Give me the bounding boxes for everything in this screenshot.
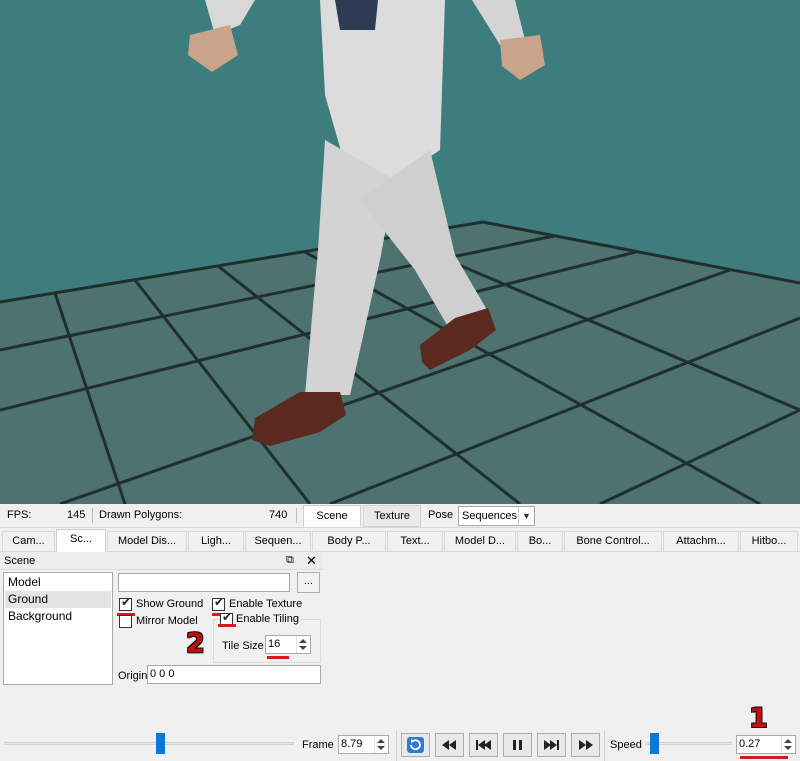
skip-forward-icon [544, 740, 559, 750]
up-arrow-icon [784, 739, 792, 743]
viewport-scene [0, 0, 800, 504]
annotation-marker-2: 2 [186, 628, 205, 659]
pose-dropdown[interactable]: Sequences ▼ [458, 506, 535, 526]
down-arrow-icon [299, 646, 307, 650]
skip-back-icon [476, 740, 491, 750]
spinner-arrows[interactable] [781, 736, 795, 753]
tile-size-spinner[interactable]: 16 [265, 635, 311, 654]
panel-title: Scene [4, 555, 36, 567]
refresh-icon [407, 737, 424, 753]
up-arrow-icon [299, 639, 307, 643]
pause-button[interactable] [503, 733, 532, 757]
list-item-ground[interactable]: Ground [5, 591, 111, 608]
speed-spinner[interactable]: 0.27 [736, 735, 796, 754]
tab-sequences[interactable]: Sequen... [245, 531, 311, 551]
status-bar: FPS: 145 Drawn Polygons: 740 Scene Textu… [0, 504, 800, 528]
ground-plane [0, 222, 800, 504]
polygons-value: 740 [269, 509, 288, 521]
frame-slider-track[interactable] [4, 742, 294, 745]
status-separator [296, 508, 297, 523]
3d-viewport[interactable] [0, 0, 800, 504]
tab-bones[interactable]: Bo... [517, 531, 563, 551]
annotation-underline [267, 656, 289, 659]
down-arrow-icon [377, 746, 385, 750]
frame-slider-thumb[interactable] [156, 733, 165, 754]
annotation-underline [740, 756, 788, 759]
spinner-arrows[interactable] [374, 736, 388, 753]
rewind-icon [442, 740, 456, 750]
down-arrow-icon [784, 746, 792, 750]
fast-forward-icon [579, 740, 593, 750]
texture-view-button[interactable]: Texture [363, 505, 421, 527]
mirror-model-checkbox[interactable] [119, 615, 132, 628]
tile-size-label: Tile Size [222, 640, 264, 652]
frame-value: 8.79 [341, 738, 363, 750]
checkmark-icon: ✔ [214, 595, 225, 609]
pose-dropdown-value: Sequences [462, 510, 518, 522]
mirror-model-label: Mirror Model [136, 615, 198, 627]
toolbar-separator [604, 730, 605, 761]
speed-value: 0.27 [739, 738, 761, 750]
browse-button[interactable]: ... [297, 572, 320, 593]
loop-button[interactable] [401, 733, 430, 757]
show-ground-label: Show Ground [136, 598, 204, 610]
tab-scene[interactable]: Sc... [56, 529, 106, 552]
annotation-marker-1: 1 [749, 703, 768, 734]
up-arrow-icon [377, 739, 385, 743]
checkmark-icon: ✔ [121, 595, 132, 609]
annotation-underline [218, 624, 236, 627]
restore-icon[interactable]: ⧉ [286, 554, 294, 567]
enable-texture-label: Enable Texture [229, 598, 303, 610]
list-item-model[interactable]: Model [5, 574, 111, 591]
last-frame-button[interactable] [537, 733, 566, 757]
fps-label: FPS: [7, 509, 32, 521]
chevron-down-icon: ▼ [518, 507, 534, 525]
frame-spinner[interactable]: 8.79 [338, 735, 389, 754]
texture-path-input[interactable] [118, 573, 290, 592]
fps-value: 145 [67, 509, 86, 521]
frame-label: Frame [302, 739, 334, 751]
first-frame-button[interactable] [469, 733, 498, 757]
tab-hitboxes[interactable]: Hitbo... [740, 531, 798, 551]
tile-size-value: 16 [268, 638, 281, 650]
toolbar-separator [396, 730, 397, 761]
show-ground-checkbox[interactable]: ✔ [119, 595, 132, 611]
tab-bone-controllers[interactable]: Bone Control... [564, 531, 662, 551]
playback-bar: Frame 8.79 Speed 0.27 [0, 730, 800, 761]
tab-camera[interactable]: Cam... [2, 531, 55, 551]
tab-body-parts[interactable]: Body P... [312, 531, 386, 551]
scene-view-button[interactable]: Scene [303, 505, 361, 527]
origin-input[interactable]: 0 0 0 [147, 665, 321, 684]
speed-slider-thumb[interactable] [650, 733, 659, 754]
scene-panel: Scene ⧉ ✕ Model Ground Background ... ✔ … [0, 552, 323, 730]
tab-model-data[interactable]: Model D... [444, 531, 516, 551]
close-icon[interactable]: ✕ [306, 553, 317, 569]
tab-attachments[interactable]: Attachm... [663, 531, 739, 551]
next-frame-button[interactable] [571, 733, 600, 757]
status-separator [92, 508, 93, 523]
enable-tiling-label: Enable Tiling [236, 613, 301, 625]
tab-textures[interactable]: Text... [387, 531, 443, 551]
origin-label: Origin [118, 670, 148, 682]
panel-titlebar: Scene ⧉ ✕ [0, 552, 323, 570]
polygons-label: Drawn Polygons: [99, 509, 183, 521]
scene-item-list[interactable]: Model Ground Background [3, 572, 113, 685]
checkmark-icon: ✔ [222, 610, 233, 624]
pause-icon [513, 740, 522, 750]
tab-bar: Cam... Sc... Model Dis... Ligh... Sequen… [0, 529, 800, 552]
previous-frame-button[interactable] [435, 733, 464, 757]
tab-model-display[interactable]: Model Dis... [107, 531, 187, 551]
list-item-background[interactable]: Background [5, 608, 111, 625]
tab-lighting[interactable]: Ligh... [188, 531, 244, 551]
pose-label: Pose [428, 509, 454, 521]
spinner-arrows[interactable] [296, 636, 310, 653]
speed-label: Speed [610, 739, 642, 751]
